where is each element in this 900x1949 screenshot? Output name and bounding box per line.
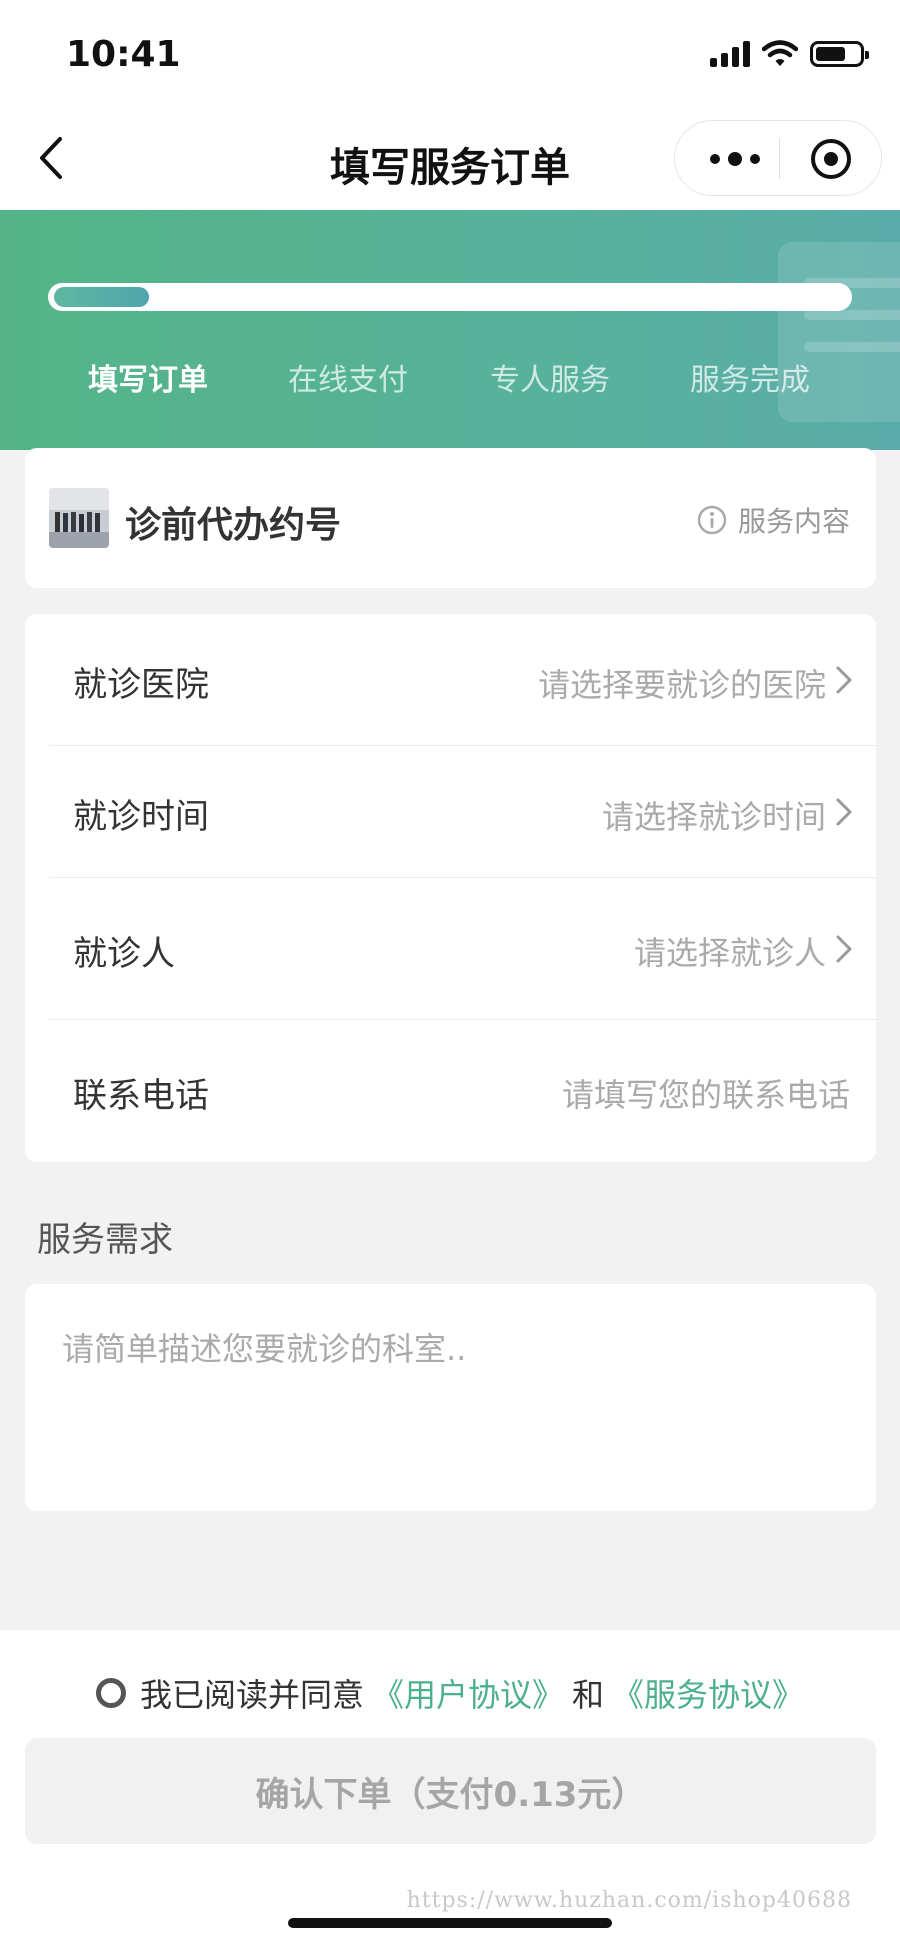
- chevron-right-icon: [836, 666, 852, 694]
- step-dedicated-service: 专人服务: [490, 363, 610, 398]
- step-online-payment: 在线支付: [288, 363, 408, 398]
- agreement-row: 我已阅读并同意 《用户协议》 和 《服务协议》: [0, 1670, 900, 1716]
- agreement-conjunction: 和: [572, 1676, 605, 1714]
- cellular-signal-icon: [710, 41, 750, 67]
- requirements-placeholder: 请简单描述您要就诊的科室..: [62, 1330, 467, 1368]
- progress-fill: [54, 287, 149, 307]
- chevron-right-icon: [836, 935, 852, 963]
- nav-bar: 填写服务订单: [0, 105, 900, 210]
- step-fill-order: 填写订单: [88, 363, 208, 398]
- service-card: 诊前代办约号 服务内容: [25, 448, 876, 588]
- chevron-right-icon: [836, 798, 852, 826]
- form-row-visit-time[interactable]: 就诊时间 请选择就诊时间: [49, 746, 876, 878]
- form-row-patient[interactable]: 就诊人 请选择就诊人: [49, 878, 876, 1020]
- progress-banner: 填写订单 在线支付 专人服务 服务完成: [0, 210, 900, 450]
- wifi-icon: [762, 40, 798, 66]
- agree-radio-icon[interactable]: [95, 1678, 126, 1708]
- requirements-label: 服务需求: [37, 1220, 173, 1260]
- phone-label: 联系电话: [73, 1076, 209, 1116]
- status-bar: 10:41: [0, 0, 900, 105]
- more-dots-icon[interactable]: [705, 141, 765, 177]
- bottom-bar: 我已阅读并同意 《用户协议》 和 《服务协议》 确认下单（支付0.13元） ht…: [0, 1630, 900, 1949]
- status-icons: [710, 40, 869, 68]
- patient-select[interactable]: 请选择就诊人: [634, 928, 826, 974]
- confirm-order-button[interactable]: 确认下单（支付0.13元）: [25, 1738, 876, 1844]
- info-icon: [697, 505, 727, 535]
- progress-track: [48, 283, 852, 311]
- status-time: 10:41: [66, 34, 181, 75]
- mini-program-capsule: [674, 120, 882, 196]
- form-row-hospital[interactable]: 就诊医院 请选择要就诊的医院: [49, 614, 876, 746]
- form-row-phone[interactable]: 联系电话 请填写您的联系电话: [49, 1020, 876, 1162]
- phone-input[interactable]: 请填写您的联系电话: [562, 1070, 850, 1116]
- home-indicator: [288, 1918, 612, 1928]
- hospital-label: 就诊医院: [73, 665, 209, 705]
- order-steps: 填写订单 在线支付 专人服务 服务完成: [0, 355, 900, 405]
- service-content-label: 服务内容: [737, 505, 850, 538]
- service-name: 诊前代办约号: [125, 505, 342, 546]
- step-service-complete: 服务完成: [690, 363, 810, 398]
- order-form: 就诊医院 请选择要就诊的医院 就诊时间 请选择就诊时间 就诊人 请选择就诊人 联…: [25, 614, 876, 1162]
- close-target-icon[interactable]: [809, 137, 853, 181]
- service-agreement-link[interactable]: 《服务协议》: [612, 1670, 804, 1716]
- visit-time-label: 就诊时间: [73, 797, 209, 837]
- agreement-prefix: 我已阅读并同意: [139, 1676, 364, 1714]
- hospital-select[interactable]: 请选择要就诊的医院: [538, 660, 826, 706]
- user-agreement-link[interactable]: 《用户协议》: [372, 1670, 564, 1716]
- capsule-divider: [779, 139, 780, 179]
- visit-time-select[interactable]: 请选择就诊时间: [602, 792, 826, 838]
- battery-icon: [810, 41, 869, 67]
- patient-label: 就诊人: [73, 934, 175, 974]
- requirements-textarea[interactable]: 请简单描述您要就诊的科室..: [25, 1284, 876, 1511]
- service-content-link[interactable]: 服务内容: [696, 500, 850, 540]
- watermark-text: https://www.huzhan.com/ishop40688: [406, 1888, 852, 1913]
- service-thumbnail: [49, 488, 109, 548]
